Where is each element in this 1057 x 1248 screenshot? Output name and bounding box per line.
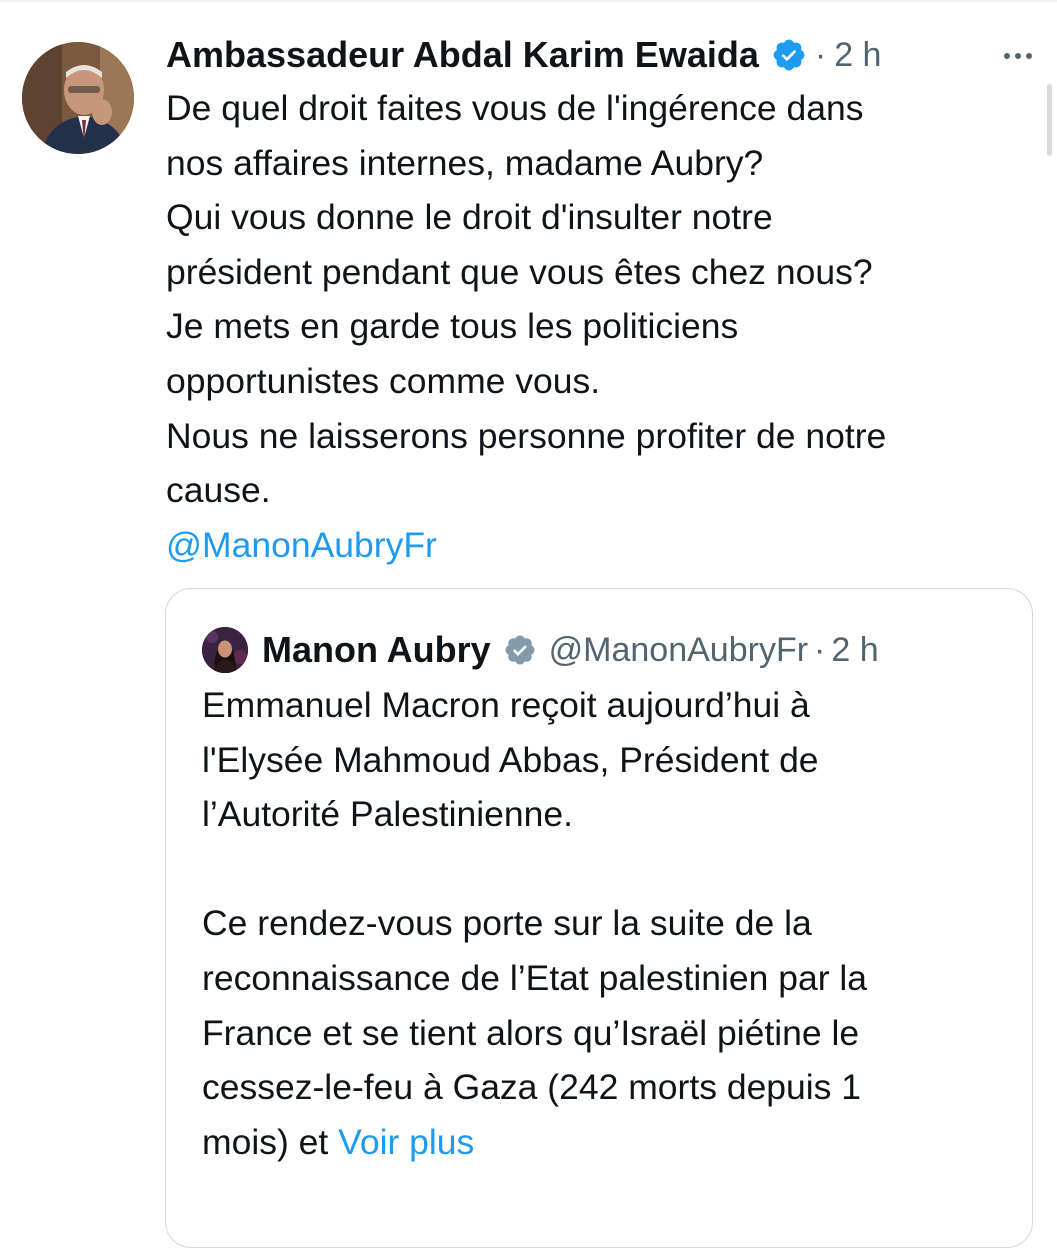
quoted-text-last-words: mois) et bbox=[202, 1121, 329, 1162]
tweet-text-line: De quel droit faites vous de l'ingérence… bbox=[166, 88, 864, 128]
quoted-text-line: reconnaissance de l’Etat palestinien par… bbox=[202, 957, 868, 998]
tweet-text-line: opportunistes comme vous. bbox=[166, 360, 601, 401]
quoted-tweet-text: Emmanuel Macron reçoit aujourd’hui à l'E… bbox=[202, 678, 1022, 1169]
tweet-text-line: Je mets en garde tous les politiciens bbox=[166, 306, 739, 347]
author-avatar[interactable] bbox=[22, 42, 134, 154]
quoted-text-line: Emmanuel Macron reçoit aujourd’hui à bbox=[202, 685, 810, 725]
verified-badge-icon bbox=[773, 39, 805, 71]
quoted-author-avatar[interactable] bbox=[202, 627, 248, 673]
tweet-text-line: Nous ne laisserons personne profiter de … bbox=[166, 415, 887, 456]
quoted-tweet-timestamp[interactable]: 2 h bbox=[831, 631, 878, 670]
quoted-text-line: l’Autorité Palestinienne. bbox=[202, 794, 573, 835]
quoted-text-line: Ce rendez-vous porte sur la suite de la bbox=[202, 903, 812, 944]
tweet[interactable]: Ambassadeur Abdal Karim Ewaida · 2 h De … bbox=[0, 0, 1057, 1248]
tweet-text-line: président pendant que vous êtes chez nou… bbox=[166, 251, 873, 292]
scrollbar-thumb[interactable] bbox=[1047, 84, 1052, 156]
quoted-text-line: cessez-le-feu à Gaza (242 morts depuis 1 bbox=[202, 1067, 862, 1108]
tweet-text-line: Qui vous donne le droit d'insulter notre bbox=[166, 197, 773, 238]
tweet-text: De quel droit faites vous de l'ingérence… bbox=[166, 81, 1046, 572]
tweet-header: Ambassadeur Abdal Karim Ewaida · 2 h bbox=[166, 28, 881, 82]
quoted-text-line: France et se tient alors qu’Israël piéti… bbox=[202, 1012, 860, 1053]
quoted-tweet-header: Manon Aubry @ManonAubryFr · 2 h bbox=[202, 623, 879, 677]
see-more-link[interactable]: Voir plus bbox=[338, 1122, 474, 1162]
author-avatar-photo bbox=[22, 42, 134, 154]
quoted-tweet[interactable]: Manon Aubry @ManonAubryFr · 2 h Emmanuel… bbox=[165, 588, 1033, 1248]
mention-link[interactable]: @ManonAubryFr bbox=[166, 518, 1046, 573]
quoted-text-line: l'Elysée Mahmoud Abbas, Président de bbox=[202, 739, 819, 780]
more-options-icon bbox=[1004, 53, 1032, 59]
header-separator: · bbox=[814, 35, 827, 74]
tweet-text-line: cause. bbox=[166, 470, 271, 511]
more-options-button[interactable] bbox=[996, 36, 1040, 76]
quoted-header-separator: · bbox=[814, 630, 826, 669]
author-name[interactable]: Ambassadeur Abdal Karim Ewaida bbox=[166, 34, 759, 76]
quoted-text-last-line: mois) et Voir plus bbox=[202, 1115, 1022, 1170]
quoted-author-avatar-photo bbox=[202, 627, 248, 673]
quoted-author-handle[interactable]: @ManonAubryFr bbox=[549, 631, 808, 670]
tweet-text-line: nos affaires internes, madame Aubry? bbox=[166, 142, 764, 183]
quoted-author-name[interactable]: Manon Aubry bbox=[262, 629, 491, 671]
tweet-timestamp[interactable]: 2 h bbox=[834, 36, 881, 75]
gray-verified-badge-icon bbox=[505, 635, 535, 665]
